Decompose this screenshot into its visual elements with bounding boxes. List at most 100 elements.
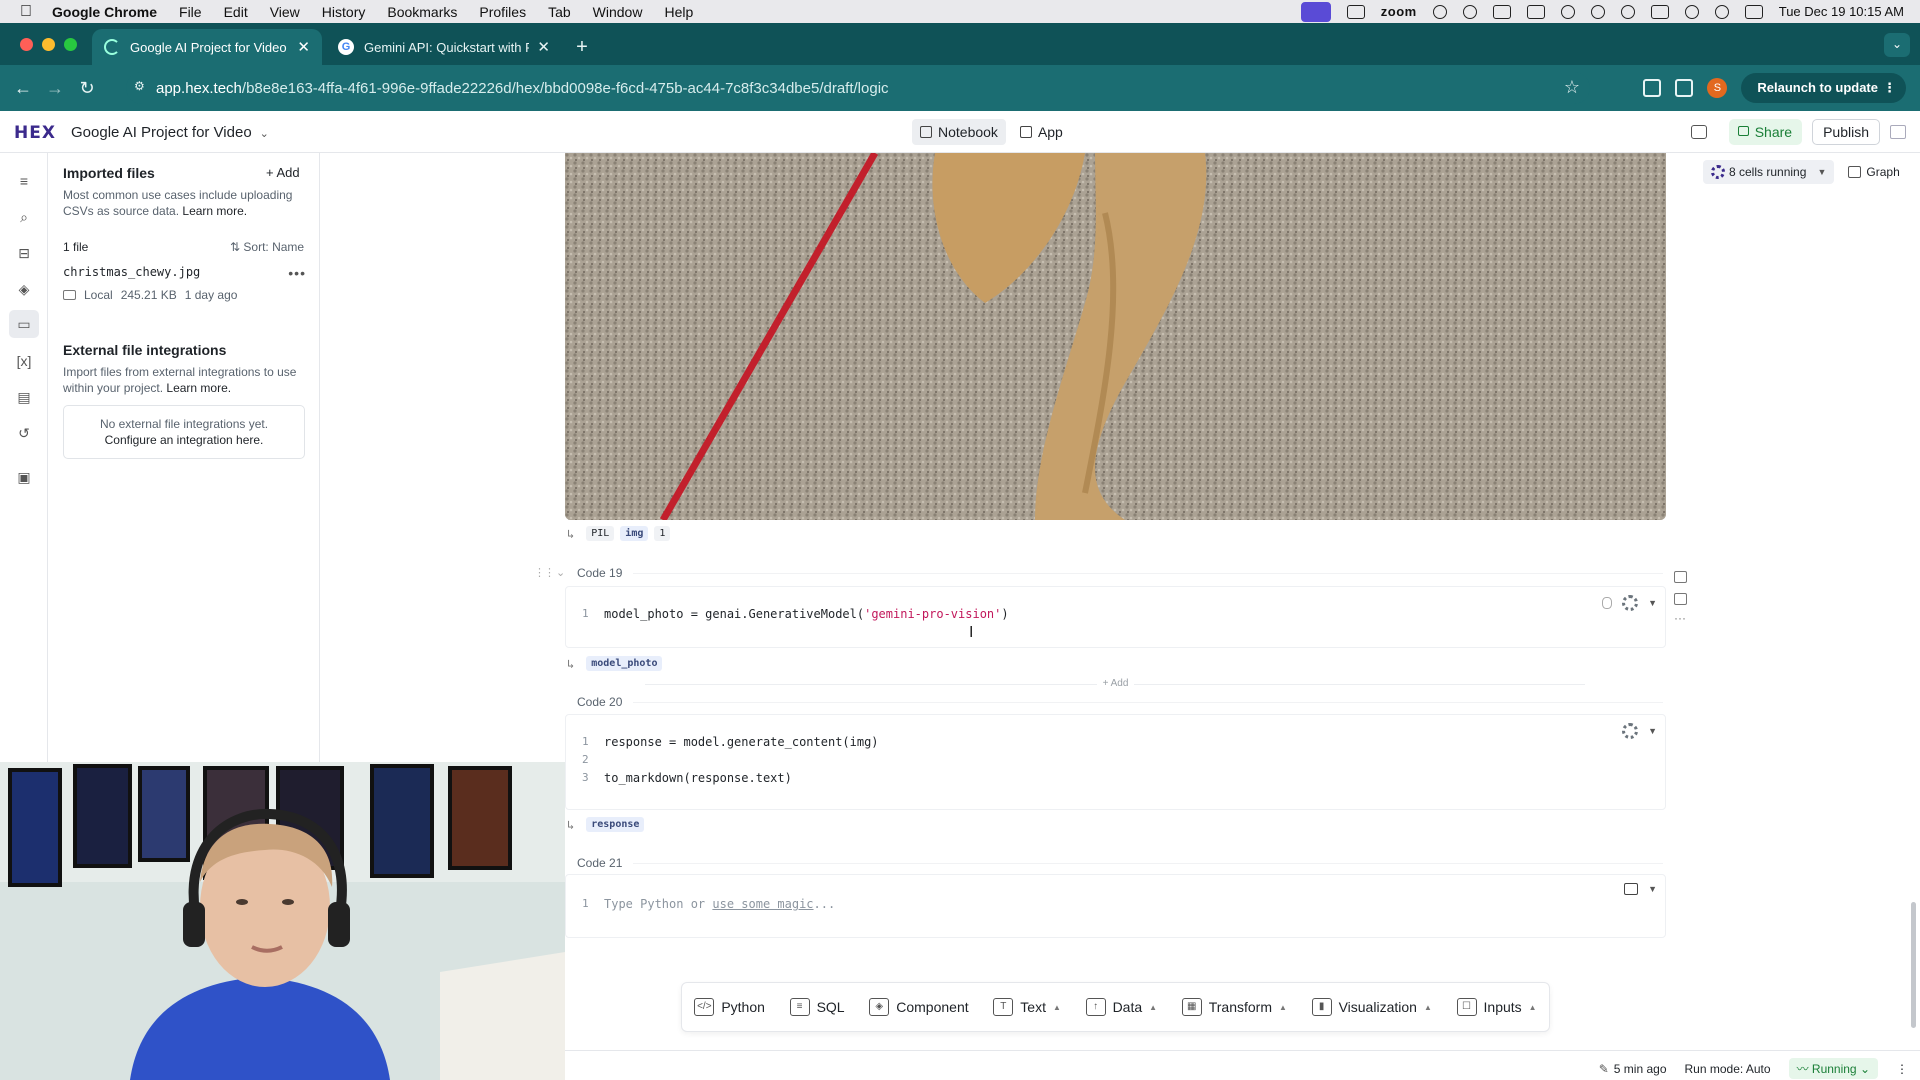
apple-menu-icon[interactable]:  [20, 3, 42, 21]
assistant-icon[interactable] [1590, 4, 1605, 19]
side-panel-icon[interactable] [1675, 79, 1694, 97]
forward-arrow-icon[interactable]: → [42, 78, 68, 99]
code-cell-21[interactable]: ▼ 1 Type Python or use some magic... [565, 874, 1666, 938]
search-icon[interactable]: ⌕ [15, 209, 33, 225]
publish-button[interactable]: Publish [1812, 119, 1880, 145]
battery-icon[interactable] [1650, 4, 1669, 19]
site-info-icon[interactable]: ⚙ [134, 79, 150, 95]
add-file-button[interactable]: + Add [266, 165, 300, 180]
bookmark-star-icon[interactable]: ☆ [1564, 77, 1580, 98]
environment-icon[interactable]: ▣ [15, 469, 33, 485]
minimize-window-button[interactable] [42, 38, 55, 51]
learn-more-link[interactable]: Learn more. [182, 204, 247, 218]
code-line[interactable]: 1 response = model.generate_content(img) [566, 733, 1666, 751]
add-visualization-cell-button[interactable]: ▮ Visualization ▲ [1311, 998, 1432, 1016]
outline-icon[interactable]: ≡ [15, 173, 33, 189]
drag-handle-icon[interactable]: ⋮⋮ ⌄ [534, 566, 565, 579]
menu-app-name[interactable]: Google Chrome [52, 4, 157, 20]
variables-icon[interactable]: [x] [15, 353, 33, 369]
tab-gemini-quickstart[interactable]: G Gemini API: Quickstart with P ✕ [326, 29, 562, 65]
add-component-button[interactable]: ◈ Component [869, 998, 969, 1016]
close-icon[interactable]: ✕ [537, 38, 550, 56]
history-icon[interactable]: ↺ [15, 425, 33, 441]
video-icon[interactable] [1526, 4, 1545, 19]
menu-view[interactable]: View [270, 4, 300, 20]
project-title[interactable]: Google AI Project for Video ⌄ [71, 124, 269, 141]
list-icon[interactable] [1492, 4, 1511, 19]
running-status-badge[interactable]: 〰 Running ⌄ [1788, 1058, 1878, 1079]
control-center-icon[interactable] [1744, 4, 1763, 19]
profile-avatar[interactable]: S [1707, 78, 1728, 98]
comments-icon[interactable] [1690, 125, 1707, 139]
camera-icon[interactable] [1346, 4, 1365, 19]
more-horizontal-icon[interactable]: ••• [288, 265, 306, 281]
output-var-model-photo[interactable]: model_photo [586, 656, 663, 671]
back-arrow-icon[interactable]: ← [10, 78, 36, 99]
canvas-scrollbar[interactable] [1911, 902, 1916, 1028]
output-var-response[interactable]: response [586, 817, 645, 832]
extensions-icon[interactable] [1643, 79, 1662, 97]
add-python-cell-button[interactable]: </> Python [694, 998, 765, 1016]
hex-logo[interactable]: HEX [14, 123, 56, 143]
keyboard-shortcuts-icon[interactable]: ⋮ [1896, 1062, 1908, 1076]
components-icon[interactable]: ◈ [15, 281, 33, 297]
add-to-app-icon[interactable] [1674, 593, 1687, 605]
toggle-panel-icon[interactable] [1890, 125, 1906, 139]
wifi-icon[interactable] [1684, 4, 1699, 19]
menu-file[interactable]: File [179, 4, 202, 20]
headphones-icon[interactable] [1462, 4, 1477, 19]
file-item[interactable]: christmas_chewy.jpg Local 245.21 KB 1 da… [63, 265, 308, 307]
code-line[interactable]: 1 Type Python or use some magic... [566, 895, 1666, 913]
tab-app[interactable]: App [1012, 119, 1071, 145]
menu-window[interactable]: Window [593, 4, 643, 20]
close-window-button[interactable] [20, 38, 33, 51]
code-cell-19[interactable]: ▼ 1 model_photo = genai.GenerativeModel(… [565, 586, 1666, 648]
extension-icon[interactable] [1432, 4, 1447, 19]
reload-icon[interactable]: ↻ [74, 78, 100, 99]
sort-button[interactable]: ⇅ Sort: Name [230, 240, 304, 254]
add-cell-divider[interactable]: + Add [565, 678, 1666, 689]
relaunch-to-update-button[interactable]: Relaunch to update ⋮ [1741, 73, 1906, 103]
tab-notebook[interactable]: Notebook [912, 119, 1006, 145]
use-some-magic-link[interactable]: use some magic [712, 897, 813, 911]
screen-share-icon[interactable] [1300, 1, 1331, 22]
code-cell-20[interactable]: ▼ 1 response = model.generate_content(im… [565, 714, 1666, 810]
spotlight-search-icon[interactable] [1714, 4, 1729, 19]
output-var-img[interactable]: img [620, 526, 649, 541]
play-icon[interactable] [1620, 4, 1635, 19]
comment-icon[interactable] [1674, 571, 1687, 583]
tab-hex-project[interactable]: Google AI Project for Video ✕ [92, 29, 322, 65]
zoom-tray-label[interactable]: zoom [1381, 4, 1417, 19]
files-icon[interactable]: ▭ [9, 310, 39, 338]
menu-profiles[interactable]: Profiles [479, 4, 526, 20]
add-text-cell-button[interactable]: T Text ▲ [993, 998, 1061, 1016]
run-mode-button[interactable]: Run mode: Auto [1685, 1062, 1771, 1076]
menu-tab[interactable]: Tab [548, 4, 571, 20]
code-line[interactable]: 1 model_photo = genai.GenerativeModel('g… [566, 605, 1666, 623]
chrome-tray-icon[interactable] [1560, 4, 1575, 19]
share-button[interactable]: Share [1728, 119, 1803, 145]
add-data-cell-button[interactable]: ↑ Data ▲ [1085, 998, 1157, 1016]
last-saved[interactable]: ✎ 5 min ago [1599, 1062, 1667, 1076]
code-line[interactable]: 3 to_markdown(response.text) [566, 769, 1666, 787]
cells-running-button[interactable]: 8 cells running ▼ [1703, 160, 1835, 184]
schedules-icon[interactable]: ▤ [15, 389, 33, 405]
menu-edit[interactable]: Edit [224, 4, 248, 20]
configure-integration-link[interactable]: Configure an integration here. [64, 432, 304, 448]
menu-history[interactable]: History [322, 4, 366, 20]
add-sql-cell-button[interactable]: ≡ SQL [789, 998, 845, 1016]
add-inputs-cell-button[interactable]: ☐ Inputs ▲ [1456, 998, 1537, 1016]
menu-datetime[interactable]: Tue Dec 19 10:15 AM [1779, 4, 1904, 19]
address-bar[interactable]: ⚙ app.hex.tech/b8e8e163-4ffa-4f61-996e-9… [126, 72, 1590, 104]
new-tab-button[interactable]: + [570, 36, 594, 60]
graph-button[interactable]: Graph [1848, 165, 1900, 179]
code-line[interactable]: 2 [566, 751, 1666, 769]
run-cell-icon[interactable] [1624, 883, 1639, 895]
data-browser-icon[interactable]: ⊟ [15, 245, 33, 261]
menu-help[interactable]: Help [664, 4, 693, 20]
zoom-window-button[interactable] [64, 38, 77, 51]
close-icon[interactable]: ✕ [297, 38, 310, 56]
chevron-down-icon[interactable]: ▼ [1648, 884, 1657, 894]
ext-learn-more-link[interactable]: Learn more. [166, 381, 231, 395]
more-horizontal-icon[interactable]: ··· [1674, 612, 1687, 627]
